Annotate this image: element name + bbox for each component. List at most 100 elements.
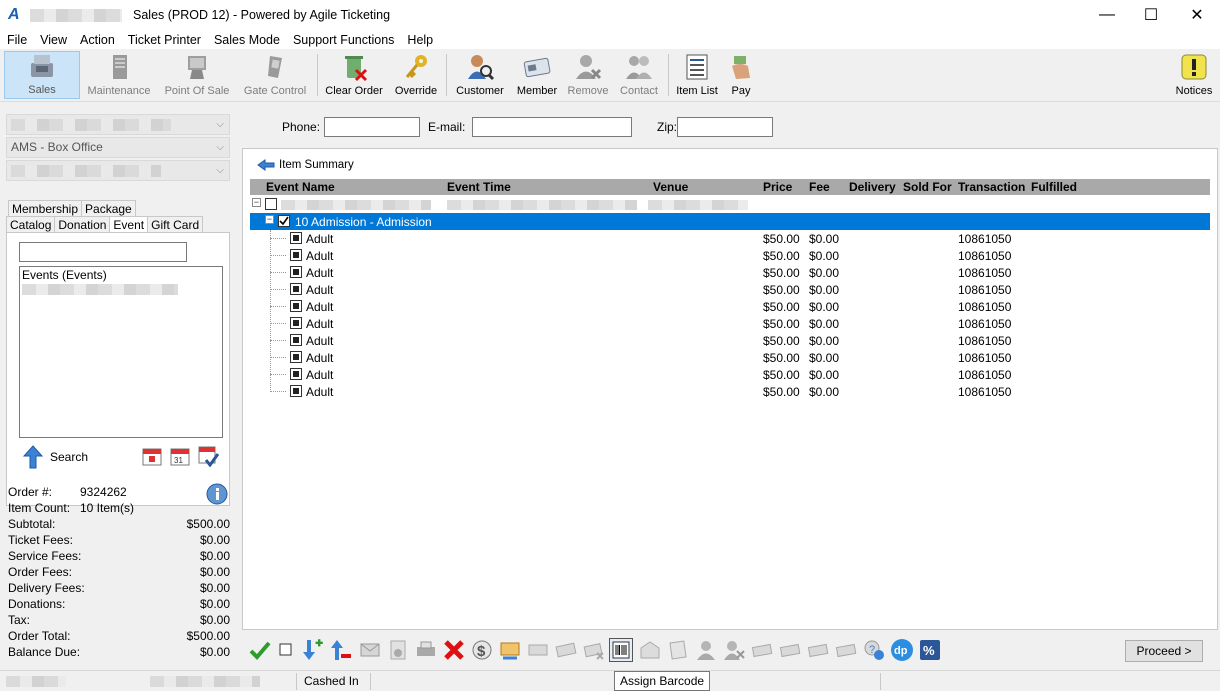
- ticket-stack-icon[interactable]: [750, 638, 774, 662]
- col-fee[interactable]: Fee: [809, 180, 830, 194]
- maintenance-button[interactable]: Maintenance: [84, 51, 154, 99]
- menu-sales-mode[interactable]: Sales Mode: [214, 33, 280, 47]
- menu-help[interactable]: Help: [407, 33, 433, 47]
- percent-icon[interactable]: %: [918, 638, 942, 662]
- ticket-item-row[interactable]: Adult $50.00 $0.00 10861050: [250, 281, 1210, 298]
- ticket-item-row[interactable]: Adult $50.00 $0.00 10861050: [250, 366, 1210, 383]
- zip-input[interactable]: [677, 117, 773, 137]
- ticket-item-row[interactable]: Adult $50.00 $0.00 10861050: [250, 264, 1210, 281]
- clear-order-button[interactable]: Clear Order: [322, 51, 386, 99]
- envelope-icon[interactable]: [358, 638, 382, 662]
- item-checkbox[interactable]: [290, 249, 302, 261]
- ticket-item-row[interactable]: Adult $50.00 $0.00 10861050: [250, 298, 1210, 315]
- col-event-time[interactable]: Event Time: [447, 180, 511, 194]
- item-checkbox[interactable]: [290, 283, 302, 295]
- venue-select[interactable]: ⌵: [6, 114, 230, 135]
- ticket-stack-icon[interactable]: [806, 638, 830, 662]
- group-checkbox[interactable]: [278, 215, 290, 227]
- assign-barcode-icon[interactable]: [609, 638, 633, 662]
- tab-membership[interactable]: Membership: [8, 200, 83, 217]
- minimize-button[interactable]: —: [1084, 0, 1130, 30]
- proceed-button[interactable]: Proceed >: [1125, 640, 1203, 662]
- close-button[interactable]: ✕: [1174, 0, 1220, 30]
- col-transaction[interactable]: Transaction: [958, 180, 1025, 194]
- printer-icon[interactable]: [414, 638, 438, 662]
- open-envelope-icon[interactable]: [638, 638, 662, 662]
- item-checkbox[interactable]: [290, 300, 302, 312]
- ticket-item-row[interactable]: Adult $50.00 $0.00 10861050: [250, 332, 1210, 349]
- dollar-icon[interactable]: $: [470, 638, 494, 662]
- move-down-icon[interactable]: [300, 638, 324, 662]
- override-button[interactable]: Override: [392, 51, 440, 99]
- tab-gift-card[interactable]: Gift Card: [147, 216, 204, 233]
- check-all-icon[interactable]: [248, 638, 272, 662]
- menu-file[interactable]: File: [7, 33, 27, 47]
- item-checkbox[interactable]: [290, 385, 302, 397]
- tab-donation[interactable]: Donation: [54, 216, 111, 233]
- notices-button[interactable]: Notices: [1172, 51, 1216, 99]
- info-doc-icon[interactable]: [386, 638, 410, 662]
- event-row[interactable]: −: [250, 196, 1210, 213]
- col-fulfilled[interactable]: Fulfilled: [1031, 180, 1077, 194]
- move-up-icon[interactable]: [328, 638, 352, 662]
- calendar-check-icon[interactable]: [197, 445, 220, 468]
- item-summary-header[interactable]: Item Summary: [257, 159, 354, 171]
- tab-package[interactable]: Package: [81, 200, 136, 217]
- help-question-icon[interactable]: ?: [862, 638, 886, 662]
- person-icon[interactable]: [694, 638, 718, 662]
- item-list-button[interactable]: Item List: [673, 51, 721, 99]
- col-venue[interactable]: Venue: [653, 180, 688, 194]
- ticket-stack-icon[interactable]: [778, 638, 802, 662]
- admission-group-row[interactable]: − 10 Admission - Admission: [250, 213, 1210, 230]
- tab-catalog[interactable]: Catalog: [6, 216, 56, 233]
- search-button[interactable]: Search: [23, 445, 88, 469]
- station-select[interactable]: ⌵: [6, 160, 230, 181]
- remove-button[interactable]: Remove: [565, 51, 611, 99]
- ticket-stack-icon[interactable]: [834, 638, 858, 662]
- tab-event[interactable]: Event: [109, 216, 149, 233]
- ticket-item-row[interactable]: Adult $50.00 $0.00 10861050: [250, 230, 1210, 247]
- phone-input[interactable]: [324, 117, 420, 137]
- exchange-ticket-icon[interactable]: [498, 638, 522, 662]
- event-search-input[interactable]: [19, 242, 187, 262]
- event-checkbox[interactable]: [265, 198, 277, 210]
- box-office-select[interactable]: AMS - Box Office ⌵: [6, 137, 230, 158]
- note-icon[interactable]: [666, 638, 690, 662]
- ticket-remove-icon[interactable]: [582, 638, 606, 662]
- dp-badge-icon[interactable]: dp: [890, 638, 914, 662]
- redacted-event-item[interactable]: [22, 284, 178, 295]
- ticket-item-row[interactable]: Adult $50.00 $0.00 10861050: [250, 383, 1210, 400]
- menu-ticket-printer[interactable]: Ticket Printer: [128, 33, 201, 47]
- item-checkbox[interactable]: [290, 351, 302, 363]
- sales-button[interactable]: Sales: [4, 51, 80, 99]
- calendar-day-icon[interactable]: [141, 445, 163, 467]
- collapse-toggle-icon[interactable]: −: [252, 198, 261, 207]
- member-button[interactable]: Member: [513, 51, 561, 99]
- item-checkbox[interactable]: [290, 232, 302, 244]
- menu-view[interactable]: View: [40, 33, 67, 47]
- ticket-icon[interactable]: [554, 638, 578, 662]
- calendar-month-icon[interactable]: 31: [169, 445, 191, 467]
- item-checkbox[interactable]: [290, 317, 302, 329]
- events-list[interactable]: Events (Events): [19, 266, 223, 438]
- item-checkbox[interactable]: [290, 368, 302, 380]
- maximize-button[interactable]: ☐: [1128, 0, 1174, 30]
- col-delivery[interactable]: Delivery: [849, 180, 896, 194]
- ticket-item-row[interactable]: Adult $50.00 $0.00 10861050: [250, 315, 1210, 332]
- uncheck-all-icon[interactable]: [274, 638, 298, 662]
- col-sold-for[interactable]: Sold For: [903, 180, 952, 194]
- gate-control-button[interactable]: Gate Control: [239, 51, 311, 99]
- ticket-item-row[interactable]: Adult $50.00 $0.00 10861050: [250, 247, 1210, 264]
- email-input[interactable]: [472, 117, 632, 137]
- point-of-sale-button[interactable]: Point Of Sale: [161, 51, 233, 99]
- delete-x-icon[interactable]: [442, 638, 466, 662]
- ticket-item-row[interactable]: Adult $50.00 $0.00 10861050: [250, 349, 1210, 366]
- item-checkbox[interactable]: [290, 266, 302, 278]
- menu-action[interactable]: Action: [80, 33, 115, 47]
- contact-button[interactable]: Contact: [616, 51, 662, 99]
- item-checkbox[interactable]: [290, 334, 302, 346]
- ticket-icon[interactable]: [526, 638, 550, 662]
- col-price[interactable]: Price: [763, 180, 792, 194]
- col-event-name[interactable]: Event Name: [266, 180, 335, 194]
- customer-button[interactable]: Customer: [453, 51, 507, 99]
